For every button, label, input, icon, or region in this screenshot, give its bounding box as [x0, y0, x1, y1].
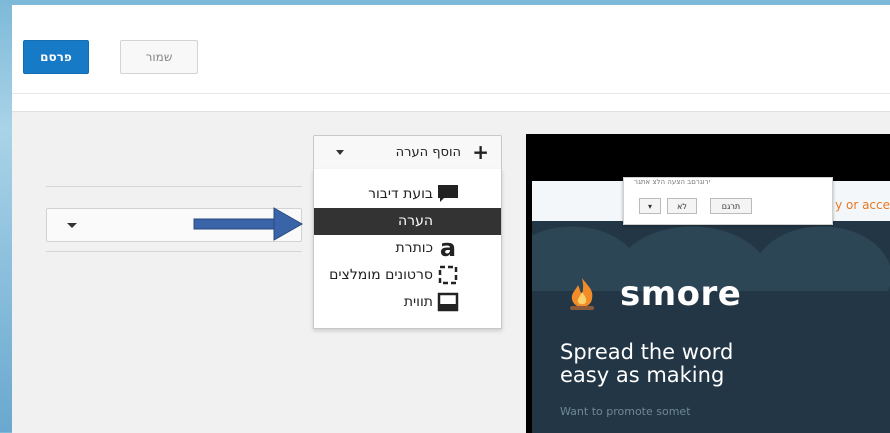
chevron-down-icon: [67, 223, 77, 228]
label-icon: [437, 292, 459, 312]
pointer-arrow-icon: [193, 207, 304, 241]
campfire-icon: [570, 278, 594, 310]
headline-line: easy as making: [560, 363, 725, 387]
menu-item-label: תווית: [403, 294, 433, 310]
menu-item-label[interactable]: תווית: [314, 289, 501, 316]
speech-bubble-icon: [438, 185, 458, 202]
logo-text: smore: [620, 274, 742, 314]
plus-icon: +: [472, 140, 489, 164]
publish-button[interactable]: פרסם: [23, 40, 89, 74]
headline: Spread the word easy as making: [560, 341, 733, 387]
dialog-dropdown[interactable]: ▾: [639, 198, 661, 214]
divider: [46, 251, 302, 252]
menu-item-speech-bubble[interactable]: בועת דיבור: [314, 181, 501, 208]
toolbar: פרסם שמור: [12, 5, 890, 94]
header-text: y or acce: [835, 198, 890, 212]
menu-item-label: בועת דיבור: [368, 186, 433, 202]
chevron-down-icon: [336, 150, 344, 155]
video-frame: y or acce ירוגרםב הצעה הלצ אתגר תרגם לא …: [532, 177, 890, 433]
add-annotation-button[interactable]: + הוסף הערה: [313, 135, 502, 171]
menu-item-note[interactable]: הערה: [314, 208, 501, 235]
dialog-text: ירוגרםב הצעה הלצ אתגר: [634, 178, 711, 186]
translate-button[interactable]: תרגם: [710, 198, 752, 214]
spotlight-icon: [438, 265, 458, 285]
divider: [46, 186, 302, 187]
add-annotation-label: הוסף הערה: [395, 145, 461, 160]
menu-item-label: סרטונים מומלצים: [329, 267, 433, 283]
menu-item-title[interactable]: a כותרת: [314, 235, 501, 262]
menu-item-label: כותרת: [395, 240, 433, 256]
menu-item-spotlight[interactable]: סרטונים מומלצים: [314, 262, 501, 289]
video-preview[interactable]: y or acce ירוגרםב הצעה הלצ אתגר תרגם לא …: [526, 134, 890, 433]
annotation-editor: + הוסף הערה בועת דיבור הערה a כותרת סרטו…: [12, 111, 890, 433]
editor-panel: פרסם שמור + הוסף הערה בועת דיבור הערה a …: [12, 5, 890, 433]
save-button[interactable]: שמור: [120, 40, 198, 74]
chevron-down-icon: ▾: [647, 201, 652, 211]
subline: Want to promote somet: [560, 405, 691, 418]
title-icon: a: [440, 238, 456, 258]
headline-line: Spread the word: [560, 340, 734, 364]
translate-dialog: ירוגרםב הצעה הלצ אתגר תרגם לא ▾: [623, 177, 833, 225]
menu-item-label: הערה: [398, 213, 433, 229]
no-button[interactable]: לא: [667, 198, 697, 214]
svg-text:a: a: [440, 238, 456, 258]
annotation-type-menu: בועת דיבור הערה a כותרת סרטונים מומלצים: [313, 169, 502, 329]
